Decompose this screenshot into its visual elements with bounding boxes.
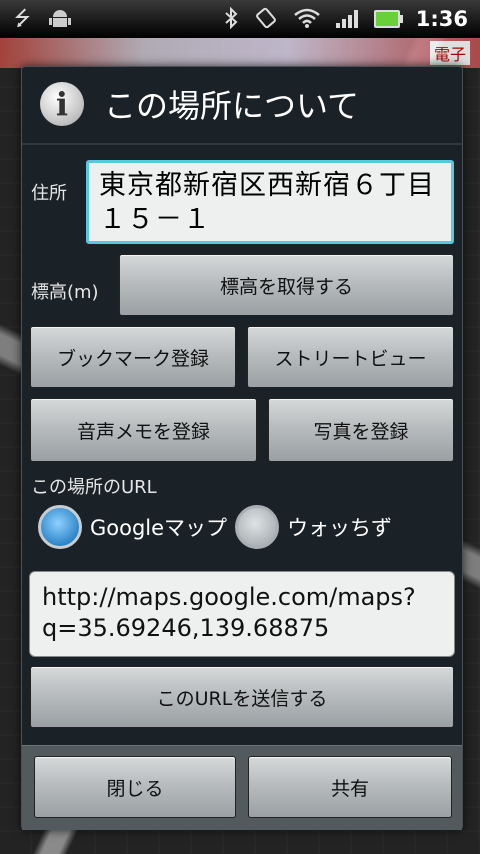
url-section-label: この場所のURL	[31, 477, 157, 498]
android-debug-icon	[48, 8, 71, 31]
radio-watchizu[interactable]	[235, 505, 280, 549]
dialog-title: この場所について	[104, 87, 360, 125]
header-divider	[22, 143, 462, 145]
elevation-label: 標高(m)	[31, 282, 99, 303]
radio-watchizu-label[interactable]: ウォッちず	[287, 512, 392, 542]
info-icon: i	[40, 82, 84, 126]
send-url-button[interactable]: このURLを送信する	[30, 666, 454, 728]
dialog-footer: 閉じる 共有	[22, 745, 462, 830]
wifi-icon	[293, 8, 320, 31]
radio-google-maps[interactable]	[38, 505, 82, 549]
map-service-radio-group: Googleマップ ウォッちず	[38, 505, 400, 549]
address-label: 住所	[31, 183, 67, 204]
bookmark-button[interactable]: ブックマーク登録	[30, 326, 236, 388]
dialog-header: i この場所について	[22, 67, 462, 141]
street-view-button[interactable]: ストリートビュー	[247, 326, 454, 388]
map-label: 電子	[429, 41, 470, 65]
close-button[interactable]: 閉じる	[34, 756, 236, 818]
rotate-icon	[254, 6, 278, 33]
signal-icon	[335, 10, 358, 28]
usb-icon: ⭍	[14, 5, 31, 30]
get-elevation-button[interactable]: 標高を取得する	[119, 254, 454, 316]
clock: 1:36	[415, 7, 468, 31]
bluetooth-icon	[224, 6, 238, 32]
map-top-strip: 電子	[0, 38, 480, 68]
voice-memo-button[interactable]: 音声メモを登録	[30, 398, 257, 462]
photo-button[interactable]: 写真を登録	[268, 398, 454, 462]
url-field[interactable]: http://maps.google.com/maps?q=35.69246,1…	[29, 571, 455, 657]
share-button[interactable]: 共有	[248, 756, 452, 818]
battery-icon	[373, 10, 403, 28]
radio-google-maps-label[interactable]: Googleマップ	[90, 512, 227, 542]
address-field[interactable]: 東京都新宿区西新宿６丁目１５－１	[86, 160, 454, 244]
status-bar: ⭍ 1:36	[0, 0, 480, 38]
about-location-dialog: i この場所について 住所 東京都新宿区西新宿６丁目１５－１ 標高(m) 標高を…	[21, 66, 463, 830]
